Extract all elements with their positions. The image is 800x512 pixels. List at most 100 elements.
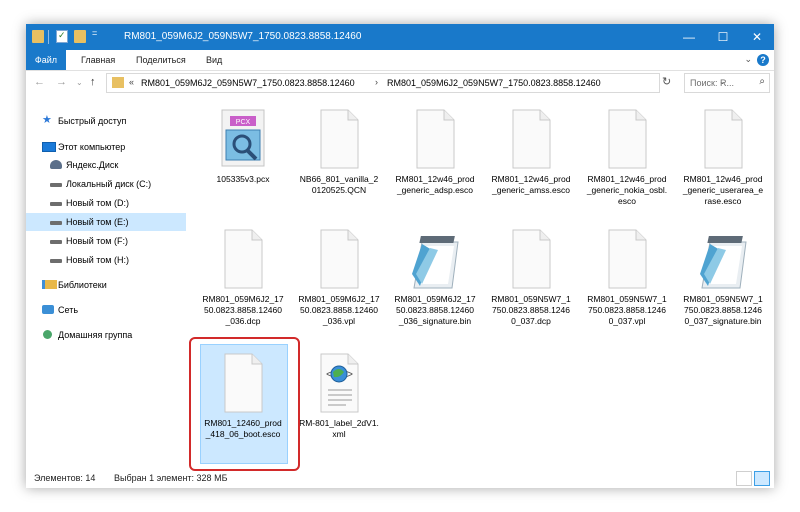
file-item[interactable]: RM801_059N5W7_1750.0823.8858.12460_037.v… <box>586 222 668 340</box>
blank-file-icon <box>320 109 359 169</box>
file-name: NB66_801_vanilla_20120525.QCN <box>299 174 379 195</box>
recent-locations-dropdown[interactable]: ⌄ <box>76 78 83 87</box>
nav-item-libraries[interactable]: Библиотеки <box>26 276 186 294</box>
file-name: RM801_12w46_prod_generic_amss.esco <box>491 174 571 195</box>
blank-file-icon <box>320 229 359 289</box>
nav-item-quick-access[interactable]: ★ Быстрый доступ <box>26 112 186 130</box>
search-placeholder: Поиск: R... <box>690 78 734 88</box>
breadcrumb-segment[interactable]: RM801_059M6J2_059N5W7_1750.0823.8858.124… <box>141 78 355 88</box>
properties-checkbox-icon[interactable] <box>56 30 68 43</box>
file-item[interactable]: RM801_059N5W7_1750.0823.8858.12460_037.d… <box>490 222 572 340</box>
file-name: RM801_059M6J2_1750.0823.8858.12460_036.d… <box>202 294 284 326</box>
file-item[interactable]: RM801_059M6J2_1750.0823.8858.12460_036_s… <box>394 222 476 340</box>
file-name: RM801_059N5W7_1750.0823.8858.12460_037_s… <box>683 294 763 326</box>
status-item-count: Элементов: 14 <box>34 473 96 483</box>
nav-item-label: Новый том (H:) <box>66 255 129 265</box>
nav-item-label: Яндекс.Диск <box>66 160 119 170</box>
blank-file-icon <box>704 109 743 169</box>
search-input[interactable]: Поиск: R... ⌕ <box>684 73 770 93</box>
forward-button[interactable]: → <box>56 76 67 88</box>
file-name: RM801_059M6J2_1750.0823.8858.12460_036.v… <box>298 294 380 326</box>
breadcrumb-separator[interactable]: › <box>375 77 378 87</box>
blank-file-icon <box>512 229 551 289</box>
file-item[interactable]: RM801_12w46_prod_generic_amss.esco <box>490 102 572 220</box>
quick-access-dropdown-icon[interactable]: = <box>92 28 97 38</box>
file-item[interactable]: NB66_801_vanilla_20120525.QCN <box>298 102 380 220</box>
ribbon-tabs: Файл Главная Поделиться Вид ⌄ ? <box>26 50 774 71</box>
breadcrumb-overflow[interactable]: « <box>129 77 134 87</box>
explorer-window: = RM801_059M6J2_059N5W7_1750.0823.8858.1… <box>26 24 774 488</box>
nav-item-this-pc[interactable]: Этот компьютер <box>26 138 186 156</box>
yandex-disk-icon <box>50 160 62 169</box>
nav-item-network[interactable]: Сеть <box>26 301 186 319</box>
file-name: RM801_059N5W7_1750.0823.8858.12460_037.d… <box>491 294 571 326</box>
details-view-button[interactable] <box>736 471 752 486</box>
homegroup-icon <box>43 330 52 339</box>
nav-item-label: Новый том (E:) <box>66 217 129 227</box>
folder-icon <box>112 77 124 88</box>
nav-item-label: Этот компьютер <box>58 142 126 152</box>
help-icon[interactable]: ? <box>757 54 769 66</box>
up-button[interactable]: ↑ <box>90 76 96 88</box>
navigation-pane: ★ Быстрый доступ Этот компьютер Яндекс.Д… <box>26 96 186 468</box>
nav-item-drive-h[interactable]: Новый том (H:) <box>26 251 186 269</box>
star-icon: ★ <box>42 114 52 126</box>
back-button[interactable]: ← <box>34 76 45 88</box>
address-bar[interactable]: « RM801_059M6J2_059N5W7_1750.0823.8858.1… <box>106 73 726 93</box>
address-row: ← → ⌄ ↑ « RM801_059M6J2_059N5W7_1750.082… <box>26 71 774 95</box>
nav-item-drive-c[interactable]: Локальный диск (C:) <box>26 175 186 193</box>
pcx-badge: PCX <box>236 119 251 126</box>
file-item[interactable]: RM801_12w46_prod_generic_userarea_erase.… <box>682 102 764 220</box>
tab-view[interactable]: Вид <box>206 55 222 65</box>
status-bar: Элементов: 14 Выбран 1 элемент: 328 МБ <box>26 468 774 488</box>
network-icon <box>42 305 54 314</box>
file-item[interactable]: RM801_12w46_prod_generic_adsp.esco <box>394 102 476 220</box>
file-name: RM801_12w46_prod_generic_nokia_osbl.esco <box>586 174 668 206</box>
nav-item-label: Новый том (D:) <box>66 198 129 208</box>
nav-item-label: Локальный диск (C:) <box>66 179 152 189</box>
nav-item-label: Домашняя группа <box>58 330 133 340</box>
file-item[interactable]: RM801_059N5W7_1750.0823.8858.12460_037_s… <box>682 222 764 340</box>
drive-icon <box>50 240 62 244</box>
drive-icon <box>50 202 62 206</box>
search-icon[interactable]: ⌕ <box>759 76 765 87</box>
nav-item-drive-d[interactable]: Новый том (D:) <box>26 194 186 212</box>
maximize-button[interactable]: ☐ <box>706 24 740 50</box>
blank-file-icon <box>512 109 551 169</box>
file-item[interactable]: PCX 105335v3.pcx <box>202 102 284 220</box>
tab-share[interactable]: Поделиться <box>136 55 186 65</box>
folder-icon <box>32 30 44 43</box>
file-item[interactable]: RM801_059M6J2_1750.0823.8858.12460_036.v… <box>298 222 380 340</box>
nav-item-label: Сеть <box>58 305 79 315</box>
file-item[interactable]: < > RM-801_label_2dV1.xml <box>298 346 380 464</box>
blank-file-icon <box>608 229 647 289</box>
drive-icon <box>50 259 62 263</box>
tab-home[interactable]: Главная <box>81 55 115 65</box>
blank-file-icon <box>224 229 263 289</box>
large-icons-view-button[interactable] <box>754 471 770 486</box>
breadcrumb-segment[interactable]: RM801_059M6J2_059N5W7_1750.0823.8858.124… <box>387 78 601 88</box>
nav-item-drive-e[interactable]: Новый том (E:) <box>26 213 186 231</box>
file-name: RM-801_label_2dV1.xml <box>299 418 379 439</box>
minimize-button[interactable]: — <box>672 24 706 50</box>
nav-item-yandex-disk[interactable]: Яндекс.Диск <box>26 156 186 174</box>
notepad-icon <box>700 236 747 289</box>
tab-file[interactable]: Файл <box>26 50 66 70</box>
nav-item-label: Быстрый доступ <box>58 116 127 126</box>
chevron-down-icon[interactable]: ⌄ <box>744 54 752 65</box>
xml-file-icon: < > <box>320 353 359 413</box>
refresh-button[interactable]: ↻ <box>662 75 671 88</box>
title-bar: = RM801_059M6J2_059N5W7_1750.0823.8858.1… <box>26 24 774 50</box>
computer-icon <box>42 142 56 152</box>
file-item[interactable]: RM801_12w46_prod_generic_nokia_osbl.esco <box>586 102 668 220</box>
nav-item-drive-f[interactable]: Новый том (F:) <box>26 232 186 250</box>
status-selection: Выбран 1 элемент: 328 МБ <box>114 473 228 483</box>
pcx-image-icon: PCX <box>221 109 265 167</box>
libraries-icon <box>42 280 57 289</box>
new-folder-icon[interactable] <box>74 30 86 43</box>
close-button[interactable]: ✕ <box>740 24 774 50</box>
file-item[interactable]: RM801_059M6J2_1750.0823.8858.12460_036.d… <box>202 222 284 340</box>
file-name: RM801_059M6J2_1750.0823.8858.12460_036_s… <box>394 294 476 326</box>
nav-item-homegroup[interactable]: Домашняя группа <box>26 326 186 344</box>
window-title: RM801_059M6J2_059N5W7_1750.0823.8858.124… <box>124 31 362 42</box>
